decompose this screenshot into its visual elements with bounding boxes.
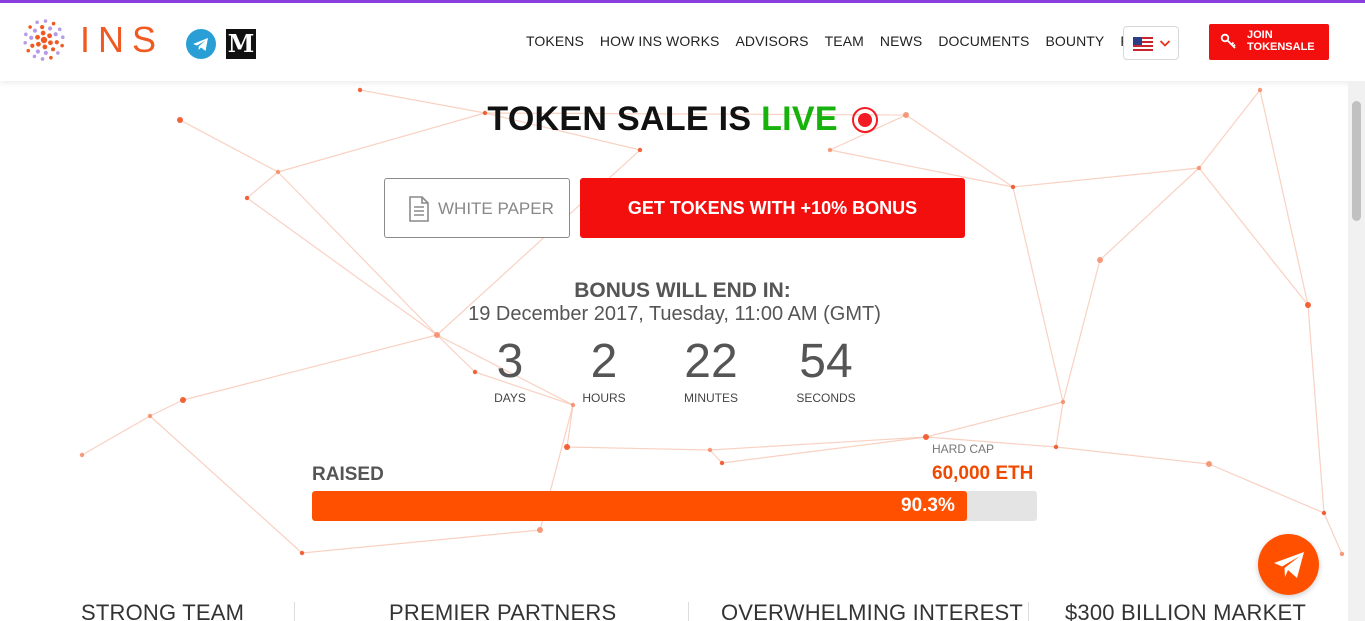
nav-bounty[interactable]: BOUNTY xyxy=(1037,33,1112,49)
countdown-minutes: 22 MINUTES xyxy=(666,335,756,406)
nav-team[interactable]: TEAM xyxy=(817,33,872,49)
feature-strip: STRONG TEAM PREMIER PARTNERS OVERWHELMIN… xyxy=(0,598,1365,621)
document-icon xyxy=(409,196,429,222)
scrollbar-thumb[interactable] xyxy=(1352,101,1361,221)
progress-percent: 90.3% xyxy=(901,495,955,516)
countdown-days: 3 DAYS xyxy=(465,335,555,406)
nav-news[interactable]: NEWS xyxy=(872,33,930,49)
medium-icon[interactable]: M xyxy=(226,29,256,59)
live-indicator-icon xyxy=(851,107,878,133)
hours-label: HOURS xyxy=(582,391,626,405)
token-sale-heading: TOKEN SALE IS LIVE xyxy=(0,100,1365,139)
paper-plane-icon xyxy=(1274,552,1304,578)
us-flag-icon xyxy=(1133,37,1153,51)
nav-documents[interactable]: DOCUMENTS xyxy=(930,33,1037,49)
feature-premier-partners: PREMIER PARTNERS xyxy=(389,600,617,621)
feature-divider xyxy=(688,602,689,621)
telegram-icon[interactable] xyxy=(186,29,216,59)
key-icon xyxy=(1220,33,1236,49)
chevron-down-icon xyxy=(1159,40,1171,47)
feature-divider xyxy=(1028,602,1029,621)
raised-label: RAISED xyxy=(312,464,384,485)
get-tokens-button[interactable]: GET TOKENS WITH +10% BONUS xyxy=(580,178,965,238)
join-tokensale-label: JOIN TOKENSALE xyxy=(1247,29,1315,53)
white-paper-label: WHITE PAPER xyxy=(438,199,554,218)
bonus-end-title: BONUS WILL END IN: xyxy=(574,279,791,302)
join-tokensale-button[interactable]: JOIN TOKENSALE xyxy=(1209,24,1329,60)
nav-tokens[interactable]: TOKENS xyxy=(518,33,592,49)
site-header: INS M TOKENS HOW INS WORKS ADVISORS TEAM… xyxy=(0,3,1365,81)
hours-value: 2 xyxy=(590,335,618,388)
live-text: LIVE xyxy=(761,100,838,138)
progress-fill xyxy=(312,491,967,521)
minutes-label: MINUTES xyxy=(684,391,738,405)
hard-cap-value: 60,000 ETH xyxy=(932,463,1034,484)
language-selector[interactable] xyxy=(1123,26,1179,60)
telegram-chat-button[interactable] xyxy=(1258,534,1319,595)
raised-progress-bar: 90.3% xyxy=(312,491,1037,521)
feature-divider xyxy=(294,602,295,621)
minutes-value: 22 xyxy=(684,335,738,388)
feature-strong-team: STRONG TEAM xyxy=(81,600,245,621)
days-value: 3 xyxy=(496,335,524,388)
feature-market: $300 BILLION MARKET xyxy=(1065,600,1307,621)
days-label: DAYS xyxy=(494,391,526,405)
bonus-end-date: 19 December 2017, Tuesday, 11:00 AM (GMT… xyxy=(468,303,881,325)
hard-cap-label: HARD CAP xyxy=(932,442,995,456)
nav-how-ins-works[interactable]: HOW INS WORKS xyxy=(592,33,728,49)
seconds-value: 54 xyxy=(799,335,853,388)
nav-advisors[interactable]: ADVISORS xyxy=(727,33,816,49)
white-paper-button[interactable]: WHITE PAPER xyxy=(384,178,570,238)
seconds-label: SECONDS xyxy=(796,391,856,405)
countdown-seconds: 54 SECONDS xyxy=(781,335,871,406)
heading-prefix: TOKEN SALE IS xyxy=(487,100,762,138)
ins-logo-icon[interactable] xyxy=(19,15,69,65)
page-scrollbar[interactable] xyxy=(1348,81,1365,621)
brand-name[interactable]: INS xyxy=(80,19,164,61)
main-nav: TOKENS HOW INS WORKS ADVISORS TEAM NEWS … xyxy=(518,33,1157,49)
feature-overwhelming-interest: OVERWHELMING INTEREST xyxy=(721,600,1024,621)
countdown-hours: 2 HOURS xyxy=(559,335,649,406)
